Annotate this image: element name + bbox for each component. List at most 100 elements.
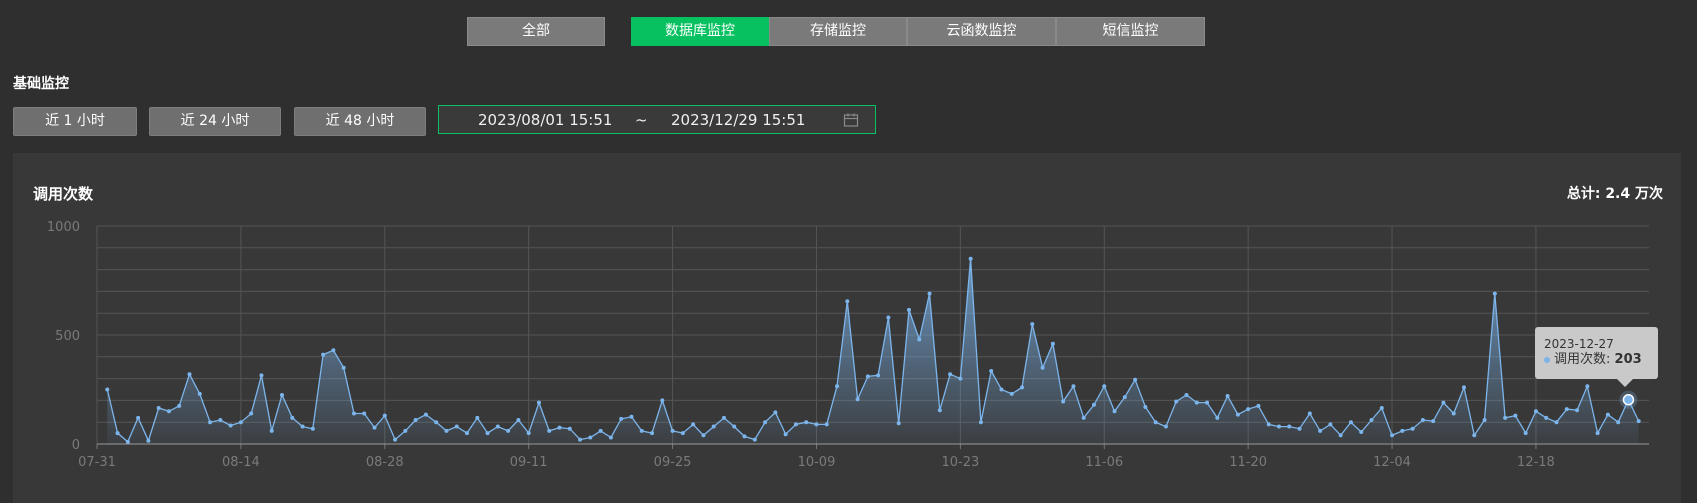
data-point <box>1472 433 1477 438</box>
data-point <box>1359 430 1364 435</box>
data-point <box>187 372 192 377</box>
data-point <box>1369 418 1374 423</box>
data-point <box>434 420 439 425</box>
data-point <box>989 368 994 373</box>
data-point <box>536 400 541 405</box>
data-point <box>166 409 171 414</box>
data-point <box>793 422 798 427</box>
data-point <box>341 365 346 370</box>
data-point <box>1616 420 1621 425</box>
data-point <box>1410 426 1415 431</box>
data-point <box>639 428 644 433</box>
data-point <box>1482 418 1487 423</box>
data-point <box>1050 341 1055 346</box>
data-point <box>125 439 130 444</box>
data-point <box>321 352 326 357</box>
data-point <box>1379 406 1384 411</box>
data-point <box>547 428 552 433</box>
data-point <box>1523 431 1528 436</box>
data-point <box>444 428 449 433</box>
data-point <box>629 414 634 419</box>
data-point <box>578 437 583 442</box>
data-point <box>1112 409 1117 414</box>
data-point <box>783 432 788 437</box>
data-point <box>372 425 377 430</box>
x-tick-label: 07-31 <box>78 455 116 470</box>
data-point <box>680 431 685 436</box>
data-point <box>937 408 942 413</box>
data-point <box>1235 412 1240 417</box>
data-point <box>105 387 110 392</box>
data-point <box>238 420 243 425</box>
data-point <box>485 431 490 436</box>
data-point <box>1636 419 1641 424</box>
data-point <box>763 420 768 425</box>
data-point <box>1400 428 1405 433</box>
data-point <box>1564 407 1569 412</box>
data-point <box>331 348 336 353</box>
data-point <box>732 424 737 429</box>
data-point <box>1030 322 1035 327</box>
data-point <box>290 415 295 420</box>
data-point <box>218 418 223 423</box>
data-point <box>1595 431 1600 436</box>
data-point <box>1266 422 1271 427</box>
data-point <box>1215 415 1220 420</box>
data-point <box>660 398 665 403</box>
data-point <box>269 428 274 433</box>
data-point <box>310 426 315 431</box>
data-point <box>475 415 480 420</box>
data-point <box>1174 399 1179 404</box>
data-point <box>567 426 572 431</box>
tooltip-value: 203 <box>1614 352 1642 367</box>
data-point <box>1605 412 1610 417</box>
data-point <box>752 437 757 442</box>
x-tick-label: 12-04 <box>1373 455 1411 470</box>
data-point <box>1081 415 1086 420</box>
data-point <box>814 422 819 427</box>
y-tick-label: 0 <box>72 438 80 453</box>
data-point <box>876 373 881 378</box>
data-point <box>228 423 233 428</box>
data-point <box>1153 420 1158 425</box>
data-point <box>423 412 428 417</box>
calls-area-chart: 07-31 08-14 08-28 09-11 09-25 10-09 10-23 11-06… <box>47 220 1649 470</box>
data-point <box>1246 407 1251 412</box>
data-point <box>403 428 408 433</box>
data-point <box>393 437 398 442</box>
data-point <box>1544 415 1549 420</box>
data-point <box>1194 400 1199 405</box>
data-point <box>588 435 593 440</box>
data-point <box>1297 426 1302 431</box>
data-point <box>1585 384 1590 389</box>
data-point <box>1533 409 1538 414</box>
data-point <box>1575 408 1580 413</box>
data-point <box>742 434 747 439</box>
data-point <box>865 374 870 379</box>
data-point <box>280 392 285 397</box>
data-point <box>136 415 141 420</box>
tooltip-date: 2023-12-27 <box>1544 337 1614 351</box>
data-point <box>351 411 356 416</box>
series-dot-icon <box>1544 356 1550 363</box>
data-point <box>896 421 901 426</box>
data-point <box>413 418 418 423</box>
x-tick-label: 08-28 <box>366 455 404 470</box>
data-point <box>300 424 305 429</box>
data-point <box>249 411 254 416</box>
data-point <box>177 403 182 408</box>
x-tick-label: 09-25 <box>654 455 692 470</box>
data-point <box>804 420 809 425</box>
tooltip-label: 调用次数: <box>1554 352 1611 367</box>
data-point <box>146 438 151 443</box>
data-point <box>382 413 387 418</box>
data-point <box>526 431 531 436</box>
data-point <box>465 431 470 436</box>
x-tick-label: 11-06 <box>1085 455 1123 470</box>
data-point <box>824 422 829 427</box>
data-point <box>1091 402 1096 407</box>
data-point <box>1461 385 1466 390</box>
data-point <box>773 410 778 415</box>
y-tick-label: 1000 <box>47 220 80 235</box>
data-point <box>619 416 624 421</box>
